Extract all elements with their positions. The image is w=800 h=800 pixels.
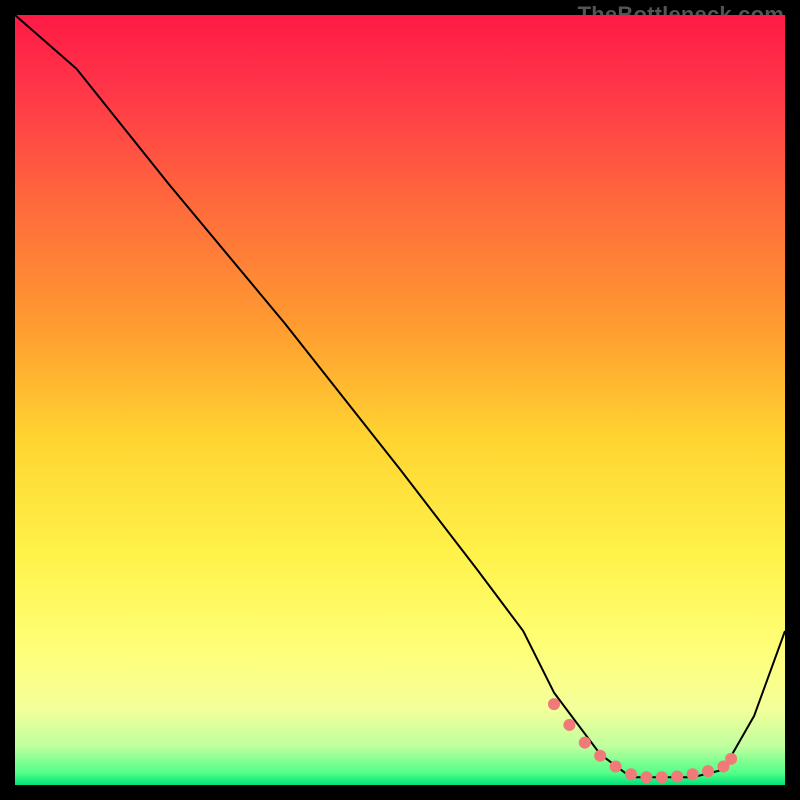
valley-dot: [656, 771, 668, 783]
plot-svg: [15, 15, 785, 785]
valley-dot: [594, 750, 606, 762]
valley-dot: [702, 765, 714, 777]
valley-dot: [625, 768, 637, 780]
valley-dot: [610, 761, 622, 773]
valley-dot: [563, 719, 575, 731]
valley-dot: [579, 737, 591, 749]
valley-dot: [671, 771, 683, 783]
chart-stage: TheBottleneck.com: [0, 0, 800, 800]
valley-dot: [687, 768, 699, 780]
gradient-background: [15, 15, 785, 785]
valley-dot: [548, 698, 560, 710]
valley-dot: [640, 771, 652, 783]
plot-area: [15, 15, 785, 785]
valley-dot: [725, 753, 737, 765]
